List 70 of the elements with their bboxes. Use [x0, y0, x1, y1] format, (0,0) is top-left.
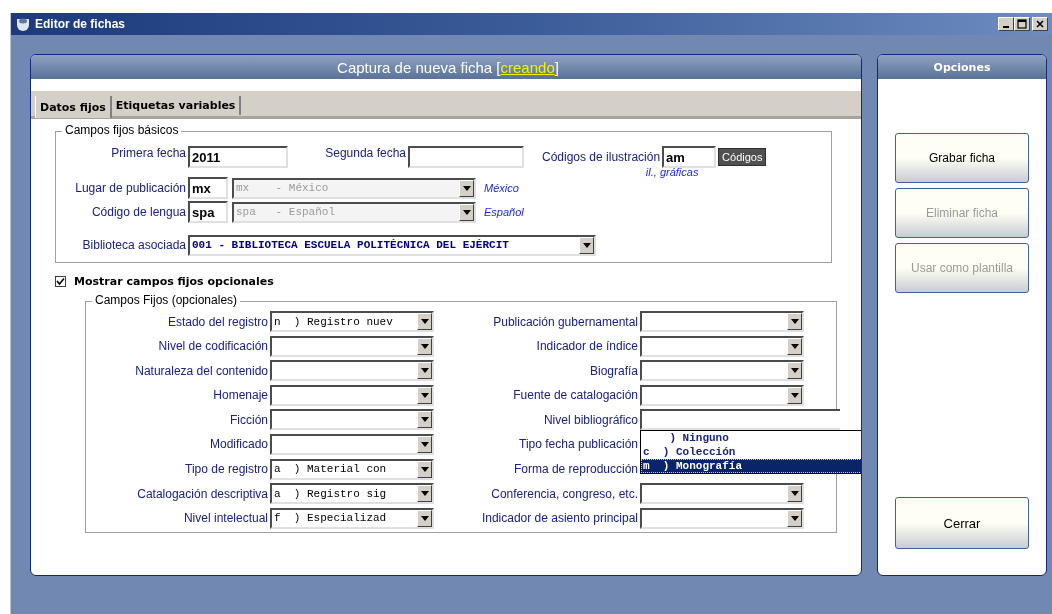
field-label: Nivel intelectual	[182, 511, 268, 526]
dropdown[interactable]	[640, 360, 804, 382]
hint-text: il., gráficas	[645, 166, 699, 178]
field-label: Tipo de registro	[184, 462, 268, 477]
dropdown[interactable]: a ) Registro sig	[270, 483, 434, 505]
dropdown[interactable]	[640, 483, 804, 505]
dropdown[interactable]	[640, 507, 804, 529]
dropdown[interactable]	[270, 384, 434, 406]
field-label: Tipo fecha publicación	[518, 437, 638, 452]
dropdown[interactable]: n ) Registro nuev	[270, 311, 434, 332]
maximize-icon	[1017, 19, 1027, 29]
field-label: Primera fecha	[110, 146, 186, 160]
window-title: Editor de fichas	[35, 17, 126, 31]
group-legend: Campos Fijos (opcionales)	[92, 293, 241, 307]
field-label: Ficción	[229, 412, 268, 427]
maximize-button[interactable]	[1014, 17, 1030, 31]
field-label: Forma de reproducción	[512, 462, 638, 477]
field-label: Publicación gubernamental	[492, 314, 638, 329]
panel-title: Opciones	[933, 60, 991, 74]
field-label: Códigos de ilustración	[542, 150, 661, 164]
value-note: Español	[484, 206, 524, 218]
input-field[interactable]	[408, 146, 524, 168]
field-label: Nivel de codificación	[157, 339, 268, 354]
dropdown[interactable]: f ) Especializad	[270, 507, 434, 529]
field-label: Biblioteca asociada	[81, 238, 186, 252]
dropdown[interactable]	[640, 311, 804, 332]
dropdown[interactable]: 001 - BIBLIOTECA ESCUELA POLITÉCNICA DEL EJÉRCIT	[188, 234, 596, 256]
dropdown[interactable]	[640, 384, 804, 406]
tab[interactable]: Datos fijos	[35, 96, 112, 118]
list-option[interactable]: m ) Monografía	[641, 459, 861, 474]
dropdown[interactable]: a ) Material con	[270, 458, 434, 480]
dropdown[interactable]	[270, 409, 434, 431]
app-icon	[15, 16, 31, 32]
field-label: Estado del registro	[166, 314, 268, 329]
checkbox-label[interactable]: Mostrar campos fijos opcionales	[74, 275, 274, 288]
codes-button[interactable]: Códigos	[718, 148, 767, 166]
dropdown[interactable]	[270, 335, 434, 357]
panel-title: Captura de nueva ficha [creando]	[337, 58, 559, 76]
minimize-button[interactable]	[998, 17, 1014, 31]
field-label: Segunda fecha	[324, 146, 406, 160]
checkbox[interactable]	[55, 276, 66, 287]
field-label: Fuente de catalogación	[512, 388, 638, 403]
field-label: Código de lengua	[90, 205, 186, 219]
field-label: Indicador de asiento principal	[480, 511, 638, 526]
field-label: Modificado	[208, 437, 268, 452]
dropdown[interactable]	[270, 433, 434, 455]
input-field[interactable]: mx	[188, 177, 228, 199]
field-label: Biografía	[588, 363, 638, 378]
field-label: Indicador de índice	[535, 339, 638, 354]
field-label: Lugar de publicación	[74, 181, 186, 195]
close-button[interactable]	[1032, 17, 1048, 31]
close-form-button[interactable]: Cerrar	[895, 497, 1029, 549]
dropdown[interactable]	[270, 360, 434, 382]
field-label: Nivel bibliográfico	[542, 412, 638, 427]
close-icon	[1035, 19, 1045, 29]
field-label: Conferencia, congreso, etc.	[490, 486, 638, 501]
dropdown[interactable]	[640, 335, 804, 357]
dropdown[interactable]	[640, 409, 840, 431]
field-label: Homenaje	[212, 388, 268, 403]
list-option[interactable]: ) Ninguno	[641, 431, 861, 446]
minimize-icon	[1003, 26, 1009, 28]
action-button[interactable]: Grabar ficha	[895, 133, 1029, 183]
input-field[interactable]: spa	[188, 201, 228, 223]
input-field[interactable]: am	[662, 146, 717, 168]
field-label: Catalogación descriptiva	[136, 486, 268, 501]
group-legend: Campos fijos básicos	[62, 123, 182, 137]
input-field[interactable]: 2011	[188, 146, 288, 168]
list-option[interactable]: c ) Colección	[641, 445, 861, 460]
value-note: México	[484, 182, 519, 194]
field-label: Naturaleza del contenido	[134, 363, 268, 378]
